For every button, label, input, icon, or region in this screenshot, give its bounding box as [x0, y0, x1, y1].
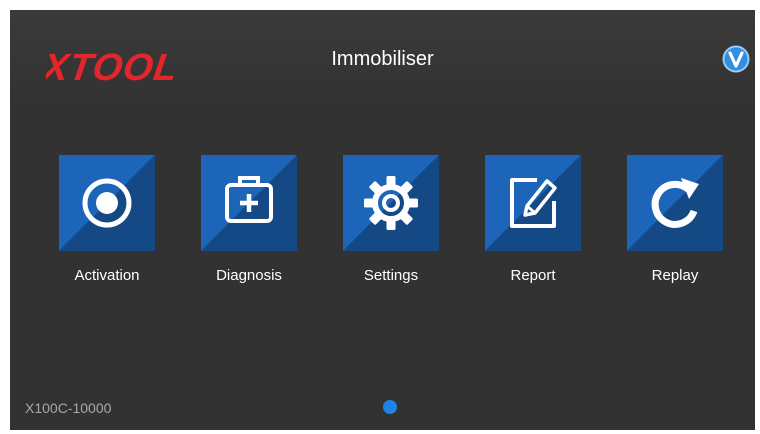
replay-refresh-icon — [651, 178, 699, 228]
tile-settings[interactable]: Settings — [343, 155, 439, 284]
tile-label-report: Report — [510, 267, 556, 284]
device-serial: X100C-10000 — [25, 400, 112, 416]
header-bar: XTOOL Immobiliser — [10, 10, 755, 110]
report-edit-icon — [510, 178, 557, 228]
tile-label-activation: Activation — [74, 267, 140, 284]
tile-diagnosis[interactable]: Diagnosis — [201, 155, 297, 284]
settings-gear-icon — [364, 176, 418, 230]
v-badge-icon[interactable] — [722, 45, 750, 73]
activation-tile-box[interactable] — [59, 155, 155, 251]
report-tile-box[interactable] — [485, 155, 581, 251]
app-screen: XTOOL Immobiliser Activation Diagnosis S… — [10, 10, 755, 430]
tile-activation[interactable]: Activation — [59, 155, 155, 284]
settings-tile-box[interactable] — [343, 155, 439, 251]
tile-label-replay: Replay — [651, 267, 699, 284]
page-title: Immobiliser — [331, 48, 434, 70]
diagnosis-tile-box[interactable] — [201, 155, 297, 251]
tile-report[interactable]: Report — [485, 155, 581, 284]
replay-tile-box[interactable] — [627, 155, 723, 251]
tile-replay[interactable]: Replay — [627, 155, 723, 284]
diagnosis-case-icon — [225, 176, 273, 223]
activation-target-icon — [82, 178, 132, 228]
page-indicator-dot[interactable] — [383, 400, 397, 414]
tile-label-settings: Settings — [363, 267, 419, 284]
tile-label-diagnosis: Diagnosis — [216, 267, 282, 284]
